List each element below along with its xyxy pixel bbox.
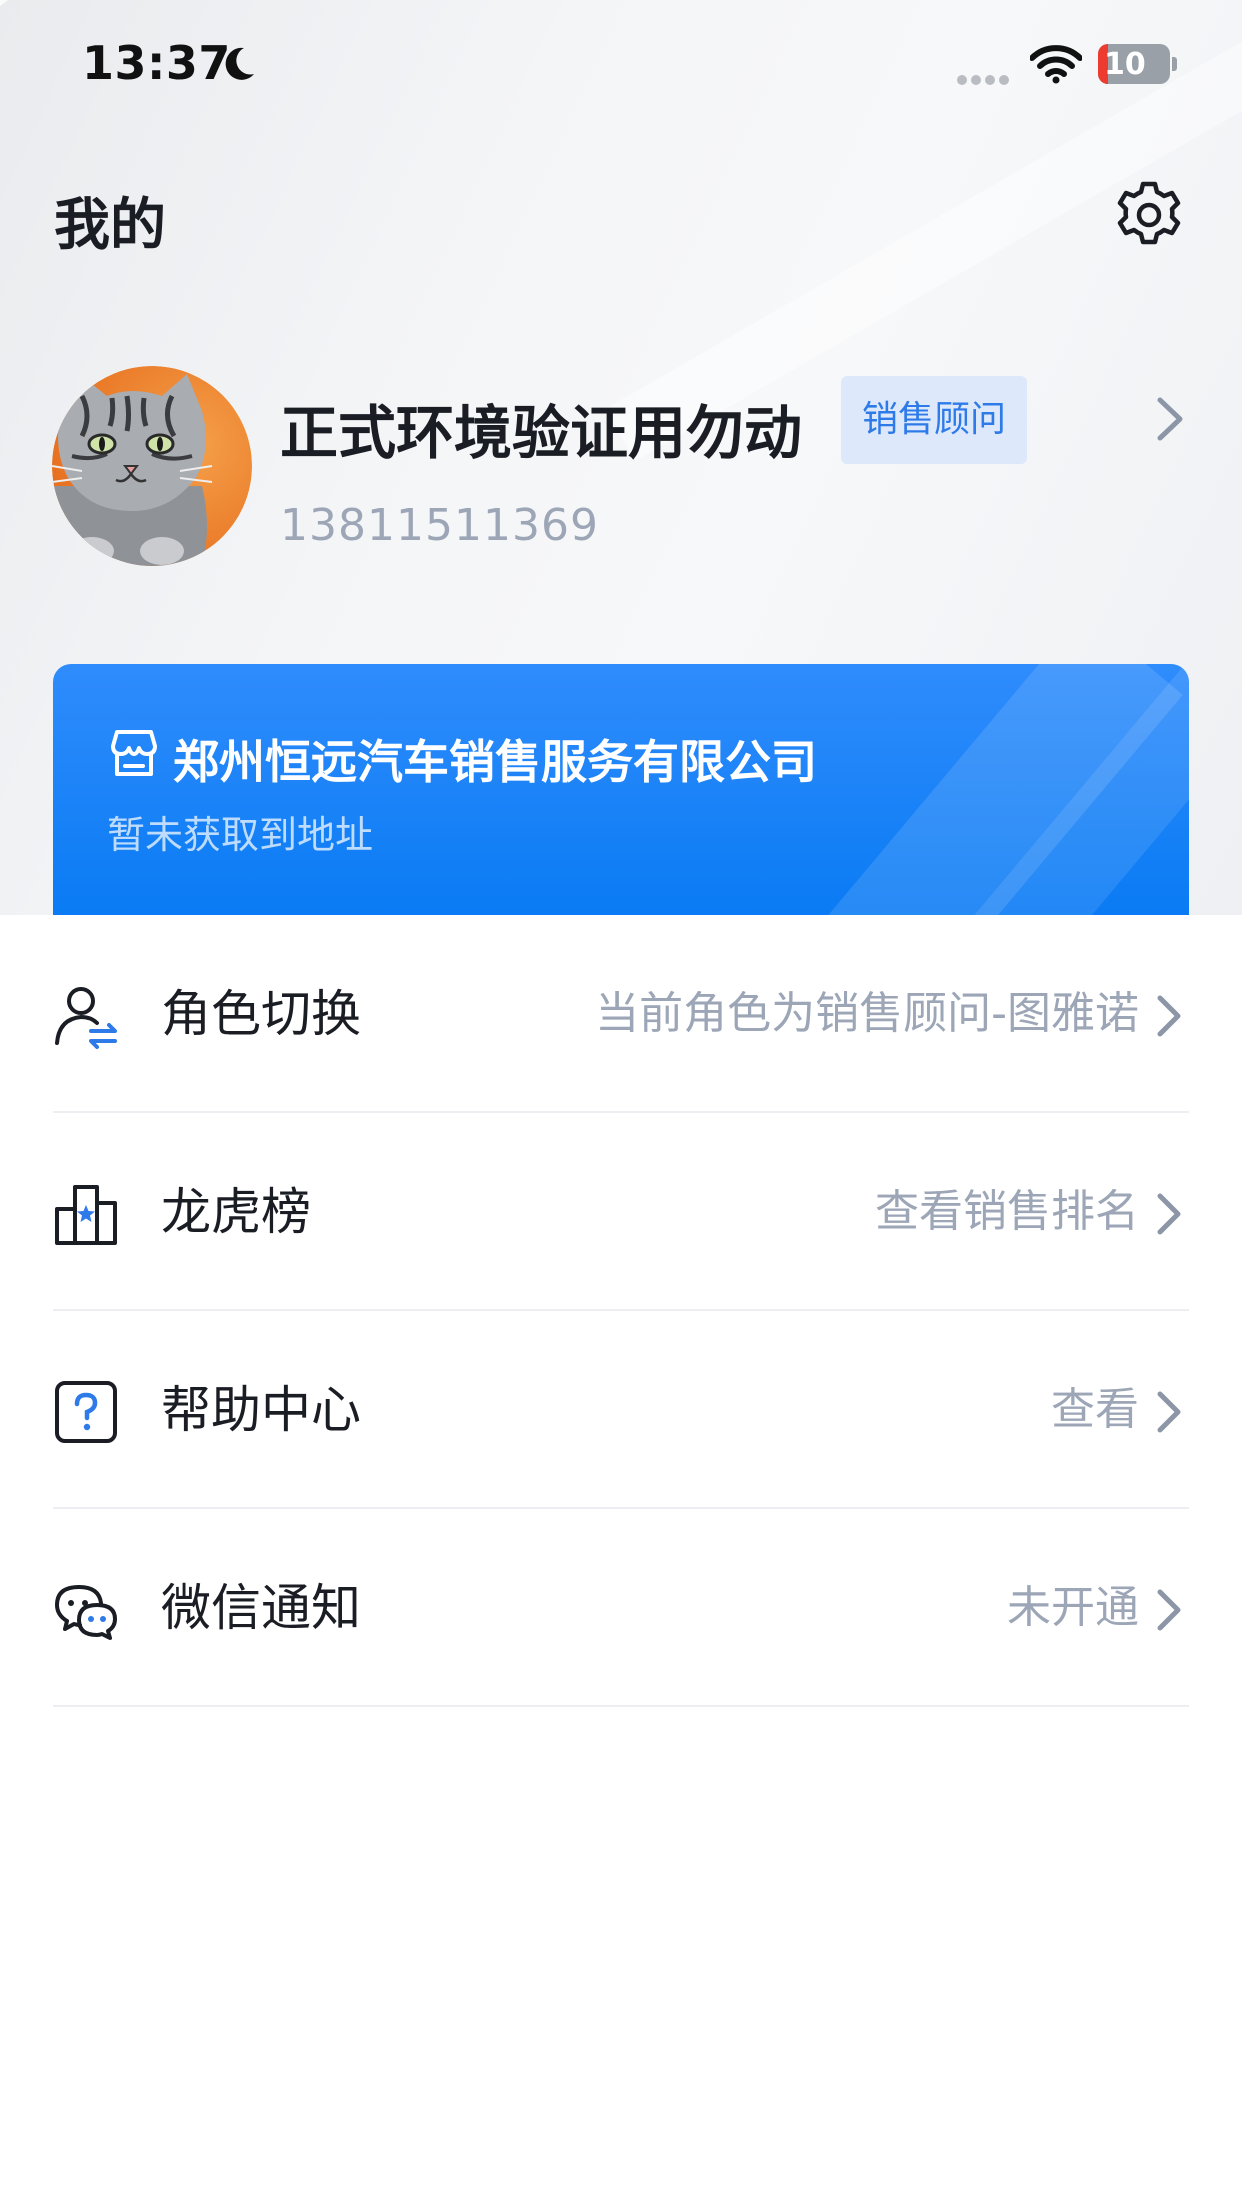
battery-cap — [1172, 57, 1177, 71]
menu-label: 角色切换 — [161, 985, 361, 1043]
menu-label: 帮助中心 — [161, 1381, 361, 1439]
user-name: 正式环境验证用勿动 — [280, 399, 803, 467]
avatar[interactable] — [52, 366, 252, 566]
status-bar: 13:37 10 — [0, 0, 1242, 132]
menu-label: 微信通知 — [161, 1579, 361, 1637]
page-title: 我的 — [54, 193, 166, 258]
menu-item-leaderboard[interactable]: 龙虎榜 查看销售排名 — [53, 1113, 1189, 1311]
company-name: 郑州恒远汽车销售服务有限公司 — [173, 735, 817, 789]
chevron-right-icon — [1157, 1391, 1181, 1433]
chevron-right-icon — [1157, 1193, 1181, 1235]
battery-percent: 10 — [1104, 47, 1146, 82]
chevron-right-icon[interactable] — [1150, 394, 1190, 444]
company-card[interactable]: 郑州恒远汽车销售服务有限公司 暂未获取到地址 — [53, 664, 1189, 915]
menu-item-role-switch[interactable]: 角色切换 当前角色为销售顾问-图雅诺 — [53, 915, 1189, 1113]
menu-item-help-center[interactable]: 帮助中心 查看 — [53, 1311, 1189, 1509]
role-badge: 销售顾问 — [841, 376, 1027, 464]
menu-value: 查看销售排名 — [875, 1186, 1139, 1237]
wechat-icon — [55, 1585, 117, 1640]
store-icon — [111, 730, 157, 776]
menu-item-wechat-notification[interactable]: 微信通知 未开通 — [53, 1509, 1189, 1707]
menu-value: 当前角色为销售顾问-图雅诺 — [595, 988, 1139, 1039]
menu-value: 查看 — [1051, 1384, 1139, 1435]
chevron-right-icon — [1157, 1589, 1181, 1631]
menu-label: 龙虎榜 — [161, 1183, 311, 1241]
company-address: 暂未获取到地址 — [107, 813, 374, 857]
status-time: 13:37 — [82, 36, 231, 90]
settings-gear-icon[interactable] — [1110, 176, 1188, 254]
help-icon — [55, 1381, 117, 1443]
chevron-right-icon — [1157, 995, 1181, 1037]
menu-value: 未开通 — [1007, 1582, 1139, 1633]
moon-icon — [225, 47, 254, 80]
leaderboard-icon — [55, 1185, 117, 1245]
role-switch-icon — [55, 987, 117, 1049]
cellular-signal-icon — [957, 75, 1009, 85]
wifi-icon — [1030, 45, 1082, 84]
battery-indicator: 10 — [1098, 44, 1178, 84]
user-phone: 13811511369 — [280, 500, 599, 551]
settings-menu: 角色切换 当前角色为销售顾问-图雅诺 龙虎榜 查看销售排名 帮助中心 查看 微信… — [53, 915, 1189, 1707]
